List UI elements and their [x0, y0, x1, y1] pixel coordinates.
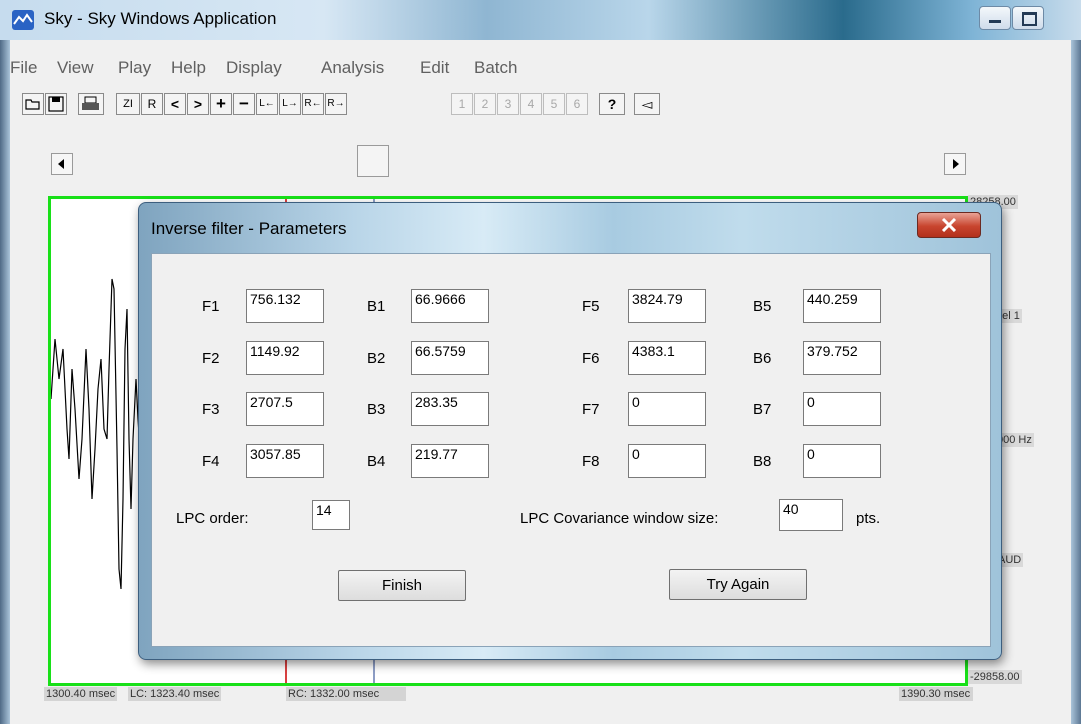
- title-bar: Sky - Sky Windows Application: [0, 0, 1081, 40]
- b4-label: B4: [367, 453, 386, 470]
- b8-input[interactable]: 0: [803, 444, 881, 478]
- window-title: Sky - Sky Windows Application: [44, 9, 277, 28]
- left-cursor-right-button[interactable]: L→: [279, 93, 301, 115]
- pts-unit-label: pts.: [856, 510, 881, 527]
- b2-input[interactable]: 66.5759: [411, 341, 489, 375]
- plus-button[interactable]: +: [210, 93, 232, 115]
- end-time-label: 1390.30 msec: [899, 687, 973, 701]
- save-disk-icon[interactable]: [45, 93, 67, 115]
- menu-help[interactable]: Help: [171, 58, 206, 78]
- open-folder-icon[interactable]: [22, 93, 44, 115]
- f2-input[interactable]: 1149.92: [246, 341, 324, 375]
- window-frame-right: [1071, 40, 1081, 724]
- waveform-line: [51, 278, 141, 590]
- zoom-in-button[interactable]: ZI: [116, 93, 140, 115]
- f4-input[interactable]: 3057.85: [246, 444, 324, 478]
- b2-label: B2: [367, 350, 386, 367]
- lpc-covariance-window-input[interactable]: 40: [779, 499, 843, 531]
- channel-6-button[interactable]: 6: [566, 93, 588, 115]
- b6-label: B6: [753, 350, 772, 367]
- r-button[interactable]: R: [141, 93, 163, 115]
- menu-batch[interactable]: Batch: [474, 58, 517, 78]
- channel-2-button[interactable]: 2: [474, 93, 496, 115]
- dialog-title: Inverse filter - Parameters: [151, 219, 347, 238]
- channel-3-button[interactable]: 3: [497, 93, 519, 115]
- menu-view[interactable]: View: [57, 58, 94, 78]
- inverse-filter-dialog: Inverse filter - Parameters F1 756.132 B…: [138, 202, 1002, 660]
- print-icon[interactable]: [78, 93, 104, 115]
- f1-label: F1: [202, 298, 220, 315]
- b1-label: B1: [367, 298, 386, 315]
- f6-input[interactable]: 4383.1: [628, 341, 706, 375]
- f7-input[interactable]: 0: [628, 392, 706, 426]
- lpc-covariance-window-label: LPC Covariance window size:: [520, 510, 719, 527]
- speaker-icon[interactable]: ◅: [634, 93, 660, 115]
- f8-label: F8: [582, 453, 600, 470]
- start-time-label: 1300.40 msec: [44, 687, 118, 701]
- b7-label: B7: [753, 401, 772, 418]
- app-icon: [12, 10, 34, 30]
- right-cursor-time-label: RC: 1332.00 msec: [286, 687, 406, 701]
- b7-input[interactable]: 0: [803, 392, 881, 426]
- scroll-left-arrow-icon[interactable]: [51, 153, 73, 175]
- lpc-order-label: LPC order:: [176, 510, 249, 527]
- b6-input[interactable]: 379.752: [803, 341, 881, 375]
- minimize-button[interactable]: [979, 6, 1011, 30]
- try-again-button[interactable]: Try Again: [669, 569, 807, 600]
- f3-label: F3: [202, 401, 220, 418]
- left-cursor-time-label: LC: 1323.40 msec: [128, 687, 222, 701]
- b3-input[interactable]: 283.35: [411, 392, 489, 426]
- f7-label: F7: [582, 401, 600, 418]
- b5-label: B5: [753, 298, 772, 315]
- close-icon[interactable]: [917, 212, 981, 238]
- f1-input[interactable]: 756.132: [246, 289, 324, 323]
- finish-button[interactable]: Finish: [338, 570, 466, 601]
- next-button[interactable]: >: [187, 93, 209, 115]
- b8-label: B8: [753, 453, 772, 470]
- menu-display[interactable]: Display: [226, 58, 282, 78]
- b3-label: B3: [367, 401, 386, 418]
- channel-1-button[interactable]: 1: [451, 93, 473, 115]
- scroll-right-arrow-icon[interactable]: [944, 153, 966, 175]
- minus-button[interactable]: −: [233, 93, 255, 115]
- lpc-order-input[interactable]: 14: [312, 500, 350, 530]
- f8-input[interactable]: 0: [628, 444, 706, 478]
- window-frame-left: [0, 40, 10, 724]
- f2-label: F2: [202, 350, 220, 367]
- f3-input[interactable]: 2707.5: [246, 392, 324, 426]
- b5-input[interactable]: 440.259: [803, 289, 881, 323]
- left-cursor-left-button[interactable]: L←: [256, 93, 278, 115]
- f5-input[interactable]: 3824.79: [628, 289, 706, 323]
- toolbar: ZI R < > + − L← L→ R← R→ 1 2 3 4 5 6 ? ◅: [10, 88, 1071, 118]
- maximize-button[interactable]: [1012, 6, 1044, 30]
- prev-button[interactable]: <: [164, 93, 186, 115]
- menu-analysis[interactable]: Analysis: [321, 58, 384, 78]
- help-icon[interactable]: ?: [599, 93, 625, 115]
- b4-input[interactable]: 219.77: [411, 444, 489, 478]
- menu-file[interactable]: File: [10, 58, 37, 78]
- menu-edit[interactable]: Edit: [420, 58, 449, 78]
- channel-5-button[interactable]: 5: [543, 93, 565, 115]
- plot-min-value-label: -29858.00: [968, 670, 1022, 684]
- b1-input[interactable]: 66.9666: [411, 289, 489, 323]
- right-cursor-right-button[interactable]: R→: [325, 93, 347, 115]
- menu-play[interactable]: Play: [118, 58, 151, 78]
- scroll-thumb[interactable]: [357, 145, 389, 177]
- dialog-body: F1 756.132 B1 66.9666 F5 3824.79 B5 440.…: [151, 253, 991, 647]
- f5-label: F5: [582, 298, 600, 315]
- right-cursor-left-button[interactable]: R←: [302, 93, 324, 115]
- f6-label: F6: [582, 350, 600, 367]
- f4-label: F4: [202, 453, 220, 470]
- channel-4-button[interactable]: 4: [520, 93, 542, 115]
